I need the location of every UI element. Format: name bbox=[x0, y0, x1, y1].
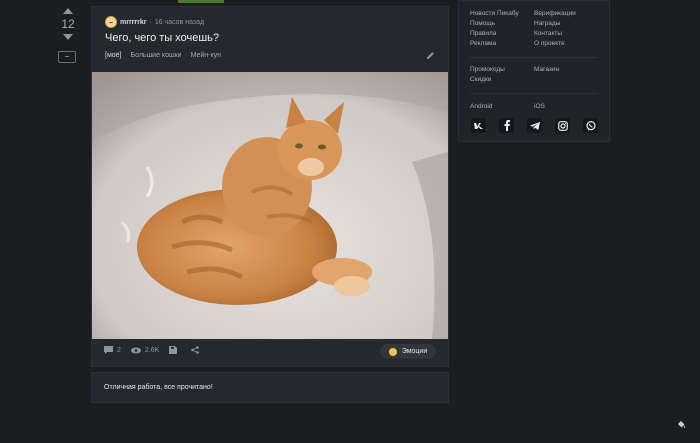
save-button[interactable] bbox=[169, 346, 181, 354]
promo-left: Промокоды Скидки bbox=[470, 65, 505, 85]
vote-block: 12 bbox=[56, 8, 80, 40]
emotions-button[interactable]: Эмоции bbox=[380, 344, 436, 359]
views-counter: 2.6K bbox=[130, 346, 160, 354]
instagram-icon[interactable] bbox=[555, 118, 570, 133]
sidebar-footer-links: Новости Пикабу Помощь Правила Реклама Ве… bbox=[458, 0, 610, 142]
all-read-banner: Отличная работа, все прочитано! bbox=[91, 372, 449, 403]
story-card: mrrrrrkr · 16 часов назад Чего, чего ты … bbox=[91, 6, 449, 367]
link-contacts[interactable]: Контакты bbox=[534, 29, 576, 39]
link-ads[interactable]: Реклама bbox=[470, 39, 519, 49]
story-image[interactable] bbox=[92, 72, 448, 339]
links-left: Новости Пикабу Помощь Правила Реклама bbox=[470, 9, 519, 49]
eye-icon bbox=[130, 347, 141, 353]
story-title[interactable]: Чего, чего ты хочешь? bbox=[105, 32, 219, 44]
views-count: 2.6K bbox=[144, 346, 160, 354]
tag-item[interactable]: Мейн-кун bbox=[191, 52, 221, 59]
divider bbox=[470, 93, 598, 94]
divider bbox=[470, 57, 598, 58]
app-ios[interactable]: iOS bbox=[534, 102, 545, 112]
upvote-icon[interactable] bbox=[63, 8, 73, 14]
link-help[interactable]: Помощь bbox=[470, 19, 519, 29]
link-shop[interactable]: Магазин bbox=[534, 65, 559, 75]
pencil-icon[interactable] bbox=[426, 51, 435, 60]
all-read-text: Отличная работа, все прочитано! bbox=[104, 384, 213, 391]
telegram-icon[interactable] bbox=[527, 118, 542, 133]
app-android[interactable]: Android bbox=[470, 102, 492, 112]
avatar[interactable] bbox=[105, 16, 117, 28]
viber-icon[interactable] bbox=[583, 118, 598, 133]
collapse-button[interactable]: − bbox=[58, 51, 76, 63]
top-accent-bar bbox=[178, 0, 224, 3]
story-footer: 2 2.6K bbox=[104, 346, 213, 354]
comments-button[interactable]: 2 bbox=[104, 346, 121, 354]
facebook-icon[interactable] bbox=[499, 118, 514, 133]
emoji-icon bbox=[388, 347, 397, 356]
downvote-icon[interactable] bbox=[63, 34, 73, 40]
link-discounts[interactable]: Скидки bbox=[470, 75, 505, 85]
social-links bbox=[471, 118, 598, 133]
tag-item[interactable]: Большие кошки bbox=[131, 52, 182, 59]
tag-list: [моё] Большие кошки Мейн-кун bbox=[105, 52, 221, 59]
share-icon bbox=[191, 346, 200, 354]
vote-count: 12 bbox=[61, 17, 75, 31]
link-verification[interactable]: Верификации bbox=[534, 9, 576, 19]
link-awards[interactable]: Награды bbox=[534, 19, 576, 29]
author-name[interactable]: mrrrrrkr bbox=[120, 19, 146, 26]
paint-bucket-icon[interactable] bbox=[677, 420, 686, 429]
emotions-label: Эмоции bbox=[401, 348, 428, 355]
link-about[interactable]: О проекте bbox=[534, 39, 576, 49]
vk-icon[interactable] bbox=[471, 118, 486, 133]
save-icon bbox=[169, 346, 178, 354]
link-pikabu-news[interactable]: Новости Пикабу bbox=[470, 9, 519, 19]
promo-right: Магазин bbox=[534, 65, 559, 75]
links-right: Верификации Награды Контакты О проекте bbox=[534, 9, 576, 49]
link-promocodes[interactable]: Промокоды bbox=[470, 65, 505, 75]
post-time: 16 часов назад bbox=[154, 18, 205, 26]
comments-count: 2 bbox=[117, 346, 121, 354]
story-header: mrrrrrkr · 16 часов назад bbox=[105, 16, 204, 28]
link-rules[interactable]: Правила bbox=[470, 29, 519, 39]
share-button[interactable] bbox=[191, 346, 203, 354]
separator-dot: · bbox=[149, 18, 152, 26]
comment-icon bbox=[104, 346, 113, 354]
tag-item[interactable]: [моё] bbox=[105, 52, 122, 59]
